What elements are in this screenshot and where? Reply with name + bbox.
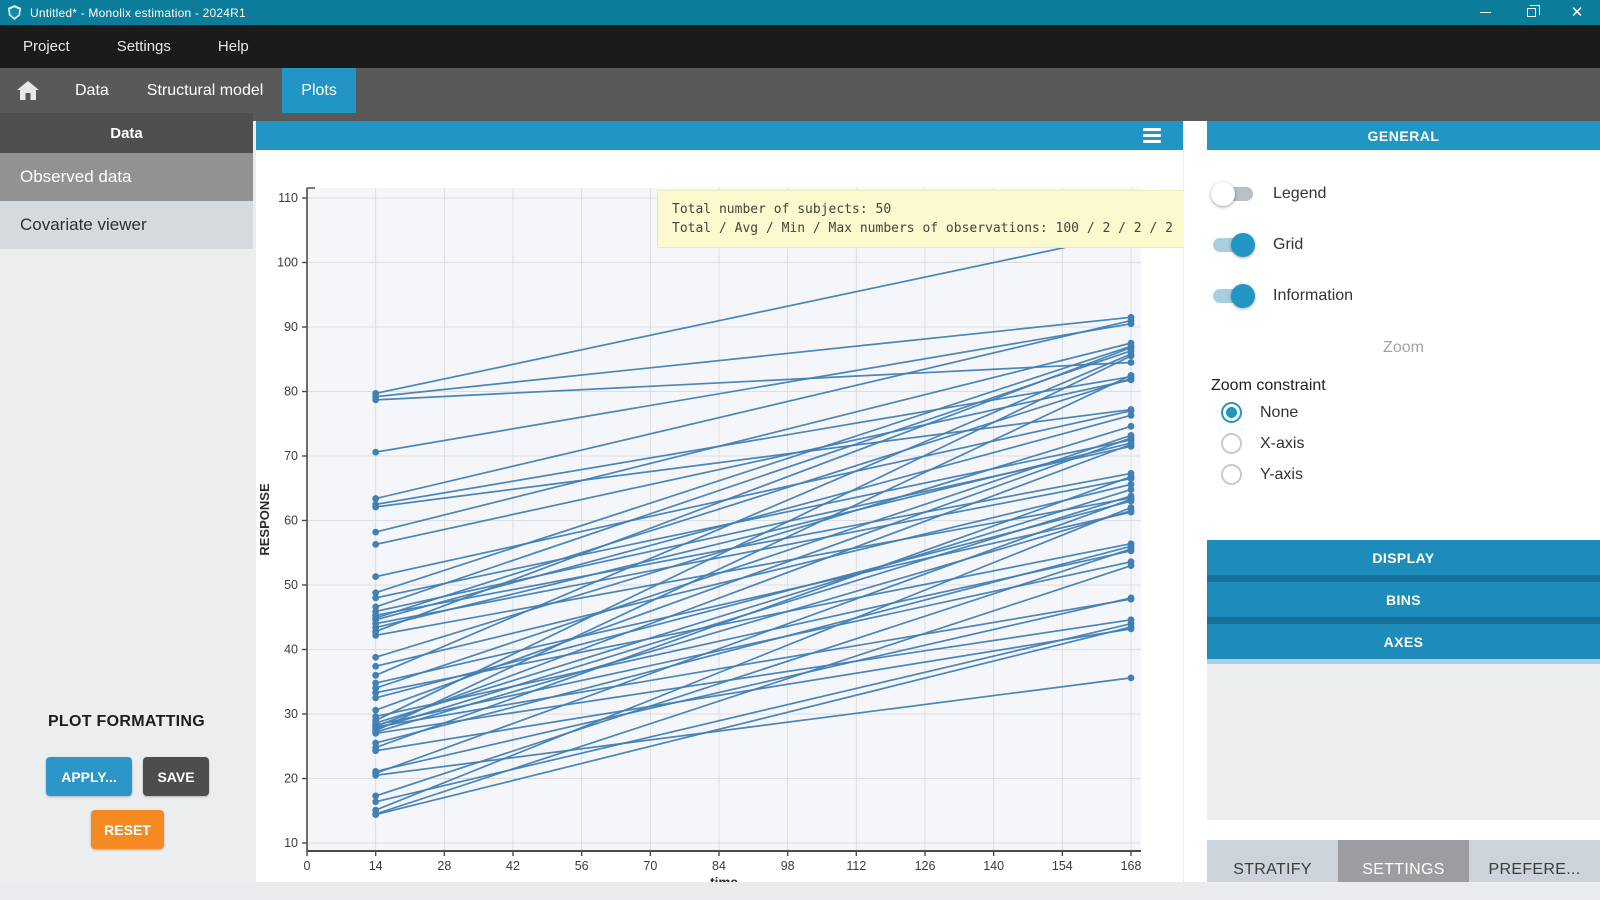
- tabbar-lower-strip: [253, 113, 1600, 121]
- zoom-constraint-none-row: None: [1221, 402, 1298, 423]
- radio-none[interactable]: [1221, 402, 1242, 423]
- menu-help[interactable]: Help: [218, 38, 249, 55]
- general-section-header[interactable]: GENERAL: [1207, 121, 1600, 150]
- chart-info-box: Total number of subjects: 50 Total / Avg…: [657, 190, 1188, 248]
- plot-formatting-title: PLOT FORMATTING: [0, 713, 253, 731]
- reset-button[interactable]: RESET: [91, 810, 164, 849]
- svg-text:60: 60: [284, 514, 298, 528]
- plots-sidebar: Data Observed data Covariate viewer PLOT…: [0, 113, 253, 900]
- tab-data[interactable]: Data: [56, 68, 128, 113]
- apply-button[interactable]: APPLY...: [46, 757, 132, 796]
- tab-plots[interactable]: Plots: [282, 68, 356, 113]
- zoom-constraint-yaxis-row: Y-axis: [1221, 464, 1303, 485]
- zoom-label: Zoom: [1207, 339, 1600, 357]
- plot-header-bar: [256, 121, 1183, 150]
- svg-text:14: 14: [369, 859, 383, 873]
- information-toggle[interactable]: [1213, 289, 1253, 303]
- svg-text:30: 30: [284, 707, 298, 721]
- info-line-subjects: Total number of subjects: 50: [672, 200, 1173, 219]
- svg-text:42: 42: [506, 859, 520, 873]
- settings-panel: GENERAL Legend Grid Information Zoom Zoo…: [1184, 121, 1600, 900]
- svg-text:40: 40: [284, 643, 298, 657]
- menu-bar: Project Settings Help: [0, 25, 1600, 68]
- bins-section-button[interactable]: BINS: [1207, 582, 1600, 617]
- legend-toggle[interactable]: [1213, 187, 1253, 201]
- restore-icon: [1527, 8, 1536, 17]
- svg-text:168: 168: [1121, 859, 1142, 873]
- svg-text:10: 10: [284, 836, 298, 850]
- observed-data-plot-card: 10 20 30 40 50 60 70 80 90 100 110 0 14 28 42 56 70 84 98 1…: [256, 121, 1183, 882]
- minimize-button[interactable]: [1462, 0, 1508, 25]
- svg-text:80: 80: [284, 385, 298, 399]
- svg-text:112: 112: [846, 859, 866, 873]
- grid-toggle-row: Grid: [1213, 236, 1303, 254]
- panel-empty-area: [1207, 664, 1600, 820]
- svg-text:0: 0: [304, 859, 311, 873]
- svg-text:98: 98: [781, 859, 795, 873]
- close-icon: ✕: [1571, 5, 1584, 20]
- title-bar: Untitled* - Monolix estimation - 2024R1 …: [0, 0, 1600, 25]
- radio-y-axis-label: Y-axis: [1260, 466, 1303, 484]
- spaghetti-plot[interactable]: 10 20 30 40 50 60 70 80 90 100 110 0 14 28 42 56 70 84 98 1…: [256, 150, 1183, 882]
- sidebar-item-covariate-viewer[interactable]: Covariate viewer: [0, 201, 253, 249]
- main-tab-bar: Data Structural model Plots: [0, 68, 1600, 113]
- svg-text:50: 50: [284, 578, 298, 592]
- axes-section-button[interactable]: AXES: [1207, 624, 1600, 659]
- zoom-constraint-label: Zoom constraint: [1211, 377, 1326, 395]
- zoom-constraint-xaxis-row: X-axis: [1221, 433, 1304, 454]
- sidebar-item-observed-data[interactable]: Observed data: [0, 153, 253, 201]
- save-button[interactable]: SAVE: [143, 757, 209, 796]
- grid-toggle[interactable]: [1213, 238, 1253, 252]
- tab-structural-model[interactable]: Structural model: [128, 68, 283, 113]
- section-separator: [1207, 575, 1600, 582]
- svg-text:20: 20: [284, 772, 298, 786]
- sidebar-section-header: Data: [0, 113, 253, 153]
- grid-toggle-label: Grid: [1273, 236, 1303, 254]
- svg-text:28: 28: [437, 859, 451, 873]
- home-icon: [17, 81, 39, 100]
- radio-none-label: None: [1260, 404, 1298, 422]
- display-section-button[interactable]: DISPLAY: [1207, 540, 1600, 575]
- info-line-observations: Total / Avg / Min / Max numbers of obser…: [672, 219, 1173, 238]
- radio-x-axis[interactable]: [1221, 433, 1242, 454]
- svg-text:140: 140: [983, 859, 1004, 873]
- svg-text:110: 110: [278, 191, 298, 205]
- legend-toggle-label: Legend: [1273, 185, 1326, 203]
- information-toggle-row: Information: [1213, 287, 1353, 305]
- legend-toggle-row: Legend: [1213, 185, 1326, 203]
- home-tab[interactable]: [0, 68, 56, 113]
- svg-text:70: 70: [643, 859, 657, 873]
- svg-text:84: 84: [712, 859, 726, 873]
- restore-button[interactable]: [1508, 0, 1554, 25]
- svg-text:RESPONSE: RESPONSE: [257, 483, 272, 556]
- bottom-strip: [0, 882, 1600, 900]
- svg-text:126: 126: [915, 859, 936, 873]
- svg-text:70: 70: [284, 449, 298, 463]
- window-title: Untitled* - Monolix estimation - 2024R1: [30, 6, 246, 20]
- radio-y-axis[interactable]: [1221, 464, 1242, 485]
- plot-menu-icon[interactable]: [1143, 128, 1161, 143]
- svg-text:time: time: [710, 875, 738, 882]
- menu-project[interactable]: Project: [23, 38, 70, 55]
- monolix-logo-icon: [7, 5, 22, 20]
- svg-text:100: 100: [277, 256, 298, 270]
- svg-text:154: 154: [1052, 859, 1073, 873]
- menu-settings[interactable]: Settings: [117, 38, 171, 55]
- svg-text:56: 56: [575, 859, 589, 873]
- svg-text:90: 90: [284, 320, 298, 334]
- minimize-icon: [1480, 12, 1491, 13]
- information-toggle-label: Information: [1273, 287, 1353, 305]
- observed-data-chart[interactable]: 10 20 30 40 50 60 70 80 90 100 110 0 14 28 42 56 70 84 98 1…: [256, 150, 1183, 882]
- close-button[interactable]: ✕: [1554, 0, 1600, 25]
- radio-x-axis-label: X-axis: [1260, 435, 1304, 453]
- section-separator: [1207, 617, 1600, 624]
